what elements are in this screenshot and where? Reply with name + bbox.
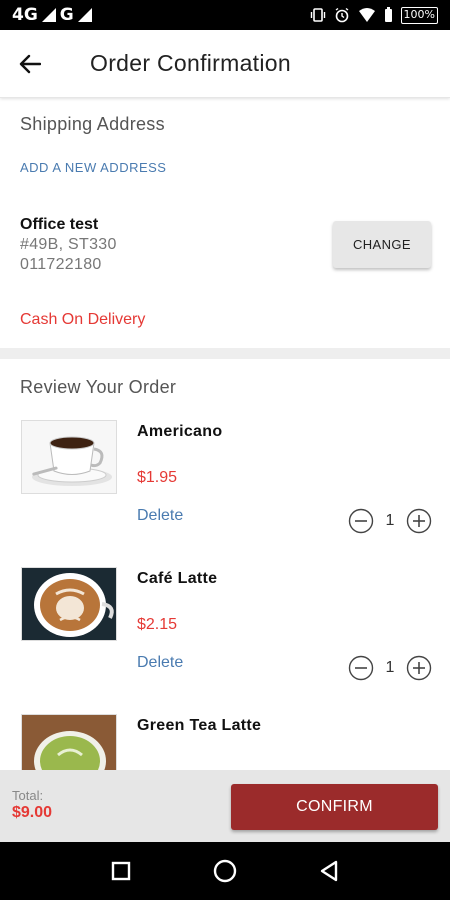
item-name: Café Latte: [137, 570, 218, 587]
system-nav-bar: [0, 842, 450, 900]
home-icon[interactable]: [213, 859, 237, 883]
item-name: Americano: [137, 423, 223, 440]
green-tea-latte-image: [21, 714, 117, 770]
plus-circle-icon[interactable]: [406, 508, 432, 534]
total-label: Total:: [12, 788, 44, 803]
status-right: 100%: [310, 6, 438, 24]
network-type-label-2: G: [59, 5, 74, 25]
item-name: Green Tea Latte: [137, 717, 262, 734]
section-divider: [0, 348, 450, 359]
change-address-button[interactable]: CHANGE: [333, 221, 431, 268]
arrow-left-icon: [19, 54, 41, 73]
americano-cup-image: [21, 420, 117, 494]
payment-method: Cash On Delivery: [20, 311, 146, 328]
shipping-section-title: Shipping Address: [20, 114, 165, 134]
recent-apps-icon[interactable]: [111, 861, 131, 881]
item-price: $1.95: [137, 469, 178, 486]
quantity-stepper: 1: [348, 508, 432, 534]
back-triangle-icon[interactable]: [319, 860, 339, 882]
add-address-link[interactable]: ADD A NEW ADDRESS: [20, 160, 166, 175]
minus-circle-icon[interactable]: [348, 655, 374, 681]
signal-icon: [41, 8, 56, 22]
status-bar: 4G G 100%: [0, 0, 450, 30]
vibrate-icon: [310, 8, 325, 22]
item-price: $2.15: [137, 616, 178, 633]
minus-circle-icon[interactable]: [348, 508, 374, 534]
address-phone: 011722180: [20, 256, 102, 273]
review-section-title: Review Your Order: [20, 377, 177, 397]
status-left: 4G G: [12, 5, 92, 25]
address-line: #49B, ST330: [20, 236, 117, 253]
wifi-icon: [358, 8, 375, 22]
order-item: Americano $1.95 Delete 1: [0, 420, 450, 560]
app-header: Order Confirmation: [0, 30, 450, 98]
charging-icon: [384, 7, 392, 22]
page-title: Order Confirmation: [90, 50, 291, 76]
checkout-bar: Total: $9.00 CONFIRM: [0, 770, 450, 842]
back-button[interactable]: [0, 30, 60, 98]
confirm-button[interactable]: CONFIRM: [231, 784, 438, 830]
quantity-stepper: 1: [348, 655, 432, 681]
quantity-value: 1: [385, 659, 395, 676]
battery-percentage: 100%: [400, 6, 438, 24]
address-name: Office test: [20, 216, 99, 233]
plus-circle-icon[interactable]: [406, 655, 432, 681]
latte-art-image: [21, 567, 117, 641]
network-type-label: 4G: [12, 5, 38, 25]
order-item: Green Tea Latte: [0, 714, 450, 770]
signal-icon-2: [77, 8, 92, 22]
delete-item-link[interactable]: Delete: [137, 507, 183, 525]
order-item: Café Latte $2.15 Delete 1: [0, 567, 450, 707]
delete-item-link[interactable]: Delete: [137, 654, 183, 672]
total-value: $9.00: [12, 804, 53, 821]
alarm-icon: [335, 7, 348, 23]
quantity-value: 1: [385, 512, 395, 529]
